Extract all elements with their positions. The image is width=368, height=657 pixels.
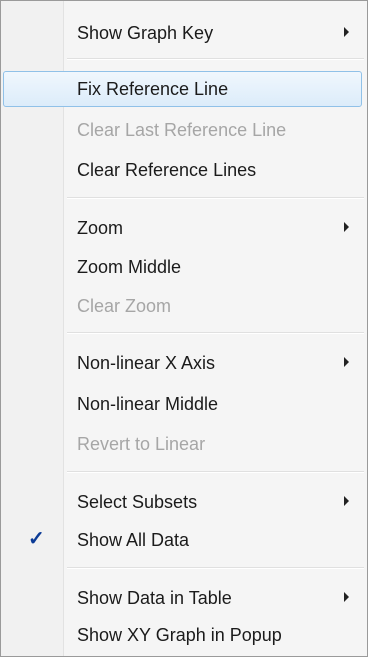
submenu-arrow-icon <box>344 222 349 232</box>
menu-separator-highlight <box>67 59 364 60</box>
menu-item-select-subsets[interactable]: Select Subsets <box>3 484 362 520</box>
menu-item-label: Clear Last Reference Line <box>77 120 287 140</box>
context-menu: Show Graph Key Fix Reference Line Clear … <box>0 0 368 657</box>
menu-item-label: Zoom <box>77 218 124 238</box>
menu-item-clear-zoom[interactable]: Clear Zoom <box>3 288 362 324</box>
menu-item-non-linear-x-axis[interactable]: Non-linear X Axis <box>3 345 362 381</box>
menu-separator-highlight <box>67 472 364 473</box>
menu-separator-highlight <box>67 568 364 569</box>
menu-item-show-xy-graph-in-popup[interactable]: Show XY Graph in Popup <box>3 617 362 653</box>
menu-item-zoom-middle[interactable]: Zoom Middle <box>3 249 362 285</box>
menu-item-label: Select Subsets <box>77 492 198 512</box>
menu-item-show-all-data[interactable]: ✓ Show All Data <box>3 522 362 558</box>
menu-item-label: Clear Reference Lines <box>77 160 257 180</box>
menu-item-label: Non-linear X Axis <box>77 353 216 373</box>
menu-separator-highlight <box>67 198 364 199</box>
menu-separator-highlight <box>67 333 364 334</box>
submenu-arrow-icon <box>344 27 349 37</box>
menu-item-label: Show Graph Key <box>77 23 214 43</box>
menu-item-fix-reference-line[interactable]: Fix Reference Line <box>3 71 362 107</box>
menu-item-zoom[interactable]: Zoom <box>3 210 362 246</box>
menu-item-label: Revert to Linear <box>77 434 206 454</box>
menu-item-label: Clear Zoom <box>77 296 172 316</box>
menu-item-revert-to-linear[interactable]: Revert to Linear <box>3 426 362 462</box>
menu-item-clear-last-reference-line[interactable]: Clear Last Reference Line <box>3 112 362 148</box>
menu-item-show-graph-key[interactable]: Show Graph Key <box>3 15 362 51</box>
menu-item-label: Zoom Middle <box>77 257 182 277</box>
menu-item-label: Show All Data <box>77 530 190 550</box>
menu-item-label: Show XY Graph in Popup <box>77 625 282 645</box>
menu-item-show-data-in-table[interactable]: Show Data in Table <box>3 580 362 616</box>
menu-item-clear-reference-lines[interactable]: Clear Reference Lines <box>3 152 362 188</box>
checkmark-icon: ✓ <box>28 528 45 550</box>
submenu-arrow-icon <box>344 496 349 506</box>
menu-item-label: Fix Reference Line <box>77 79 229 99</box>
menu-item-label: Non-linear Middle <box>77 394 219 414</box>
menu-item-non-linear-middle[interactable]: Non-linear Middle <box>3 386 362 422</box>
menu-item-label: Show Data in Table <box>77 588 232 608</box>
submenu-arrow-icon <box>344 592 349 602</box>
submenu-arrow-icon <box>344 357 349 367</box>
